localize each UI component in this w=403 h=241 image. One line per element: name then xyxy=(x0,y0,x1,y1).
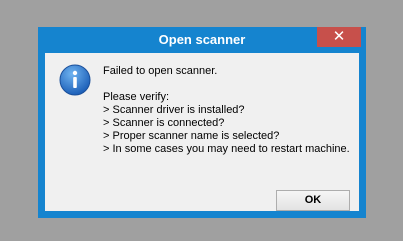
message-line: Failed to open scanner. xyxy=(103,65,218,77)
ok-button[interactable]: OK xyxy=(276,190,350,211)
message-line: Please verify: xyxy=(103,91,170,103)
message-line: > In some cases you may need to restart … xyxy=(103,143,350,155)
info-icon xyxy=(59,64,91,96)
message-gap xyxy=(103,78,359,91)
message-line: > Proper scanner name is selected? xyxy=(103,130,280,142)
close-button[interactable]: ✕ xyxy=(317,27,361,47)
close-icon: ✕ xyxy=(332,27,346,45)
dialog-window: Open scanner ✕ Failed to open scanner. P… xyxy=(38,27,366,218)
message-line: > Scanner is connected? xyxy=(103,117,225,129)
dialog-body: Failed to open scanner. Please verify: >… xyxy=(45,53,359,211)
title-bar[interactable]: Open scanner ✕ xyxy=(38,27,366,53)
message-line: > Scanner driver is installed? xyxy=(103,104,245,116)
dialog-message: Failed to open scanner. Please verify: >… xyxy=(103,65,359,156)
